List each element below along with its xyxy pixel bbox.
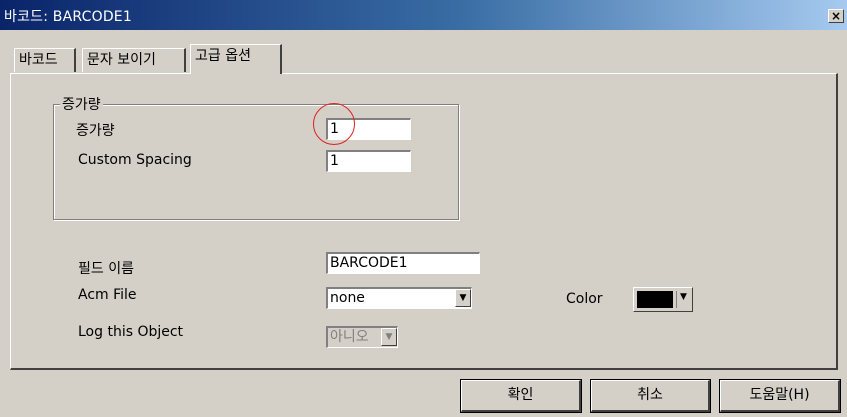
chevron-down-icon: ▼	[459, 293, 467, 303]
log-object-dropdown-button: ▼	[381, 328, 397, 346]
title-bar[interactable]: 바코드: BARCODE1 ×	[0, 0, 847, 30]
tab-barcode[interactable]: 바코드	[14, 48, 76, 72]
chevron-down-icon: ▼	[680, 292, 687, 302]
tab-label: 바코드	[19, 52, 58, 68]
field-name-label: 필드 이름	[78, 261, 134, 277]
field-name-input[interactable]: BARCODE1	[326, 252, 480, 274]
acm-file-label: Acm File	[78, 287, 137, 303]
chevron-down-icon: ▼	[385, 332, 393, 342]
window-title: 바코드: BARCODE1	[4, 9, 132, 25]
dialog-window: 바코드: BARCODE1 × 바코드 문자 보이기 고급 옵션 증가량 증가량…	[0, 0, 847, 417]
color-label: Color	[566, 291, 603, 307]
increment-group-legend: 증가량	[60, 94, 103, 114]
log-object-label: Log this Object	[78, 324, 184, 340]
increment-input[interactable]: 1	[326, 118, 411, 140]
custom-spacing-label: Custom Spacing	[78, 152, 192, 168]
tab-advanced-options[interactable]: 고급 옵션	[190, 44, 282, 74]
cancel-button[interactable]: 취소	[590, 379, 711, 413]
tab-label: 고급 옵션	[195, 48, 251, 64]
close-button[interactable]: ×	[828, 9, 844, 23]
acm-file-select[interactable]: none	[326, 287, 472, 309]
help-button[interactable]: 도움말(H)	[719, 379, 841, 413]
custom-spacing-input[interactable]: 1	[326, 150, 411, 172]
acm-file-dropdown-button[interactable]: ▼	[455, 289, 471, 307]
color-picker[interactable]: ▼	[633, 287, 693, 312]
ok-button[interactable]: 확인	[460, 379, 582, 413]
increment-label: 증가량	[76, 123, 115, 139]
color-picker-divider	[676, 291, 677, 308]
tab-text-display[interactable]: 문자 보이기	[82, 48, 186, 72]
color-swatch	[637, 291, 673, 308]
tab-label: 문자 보이기	[87, 52, 156, 68]
